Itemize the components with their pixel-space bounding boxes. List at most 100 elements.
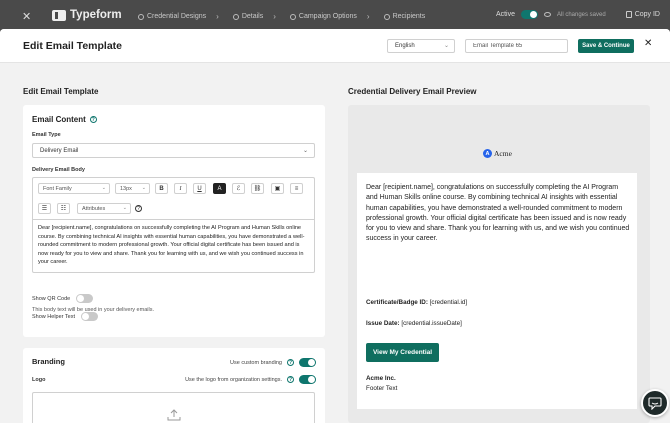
chevron-down-icon: ⌄ — [101, 185, 106, 191]
font-family-value: Font Family — [43, 186, 72, 192]
show-qr-row: Show QR Code — [32, 294, 94, 303]
email-content-title: Email Content ? — [32, 115, 97, 124]
org-logo-label: Use the logo from organization settings. — [185, 376, 282, 383]
chevron-right-icon: › — [216, 12, 219, 21]
step-label: Details — [241, 13, 264, 20]
step-circle-icon — [383, 13, 390, 20]
custom-branding-row: Use custom branding ? — [230, 358, 316, 367]
bold-icon[interactable]: B — [155, 183, 168, 194]
help-icon[interactable]: ? — [89, 116, 97, 123]
preview-body-text: Dear [recipient.name], congratulations o… — [366, 184, 630, 243]
template-name-input[interactable] — [465, 39, 568, 53]
chevron-right-icon: › — [366, 12, 370, 21]
preview-cert-id: Certificate/Badge ID: [credential.id] — [366, 299, 467, 306]
email-preview-card: Dear [recipient.name], congratulations o… — [357, 173, 637, 409]
link-icon[interactable]: ⛓ — [251, 183, 264, 194]
chevron-down-icon: ⌄ — [443, 43, 449, 49]
editor-toolbar: Font Family ⌄ 13px ⌄ B I U A ℰ ⛓ ▣ ≡ ☰ ☷… — [32, 177, 315, 219]
email-preview-panel: A Acme Dear [recipient.name], congratula… — [348, 105, 650, 423]
italic-icon[interactable]: I — [174, 183, 187, 194]
font-size-select[interactable]: 13px ⌄ — [115, 183, 150, 194]
underline-icon[interactable]: U — [193, 183, 206, 194]
app-logo-text: Typeform — [70, 9, 122, 21]
active-toggle[interactable] — [521, 10, 538, 19]
email-body-editor[interactable]: Dear [recipient.name], congratulations o… — [32, 219, 315, 273]
acme-logo-icon: A — [483, 149, 492, 158]
branding-title: Branding — [32, 357, 65, 366]
preview-section-title: Credential Delivery Email Preview — [348, 87, 477, 96]
help-icon[interactable]: ? — [287, 376, 294, 383]
help-icon[interactable]: ? — [287, 359, 294, 366]
eye-icon[interactable] — [544, 12, 551, 17]
language-select[interactable]: English ⌄ — [387, 39, 455, 53]
app-header: ✕ Typeform Credential Designs › Details … — [0, 0, 670, 32]
branding-card: Branding Use custom branding ? Logo Use … — [23, 348, 325, 423]
preview-company-name: Acme Inc. — [366, 375, 396, 382]
upload-icon — [167, 409, 181, 421]
custom-branding-toggle[interactable] — [299, 358, 316, 367]
modal-header: Edit Email Template English ⌄ Save & Con… — [0, 29, 670, 63]
show-qr-toggle[interactable] — [76, 294, 94, 303]
chat-icon — [648, 396, 662, 410]
step-circle-icon — [232, 13, 239, 20]
step-details[interactable]: Details — [232, 13, 264, 20]
chevron-down-icon: ⌄ — [302, 148, 308, 154]
preview-brand-logo: A Acme — [483, 149, 512, 158]
header-actions: Active All changes saved Copy ID — [496, 10, 660, 19]
image-icon[interactable]: ▣ — [271, 183, 284, 194]
step-credential-designs[interactable]: Credential Designs — [138, 13, 206, 20]
saved-status: All changes saved — [557, 11, 606, 18]
custom-branding-label: Use custom branding — [230, 359, 282, 366]
align-center-icon[interactable]: ≡ — [290, 183, 303, 194]
view-credential-button[interactable]: View My Credential — [366, 343, 439, 362]
copy-id-button[interactable]: Copy ID — [625, 11, 660, 18]
save-continue-button[interactable]: Save & Continue — [578, 39, 634, 53]
close-icon[interactable]: ✕ — [644, 38, 652, 49]
clear-format-icon[interactable]: ℰ — [232, 183, 245, 194]
step-label: Recipients — [392, 13, 426, 20]
cert-id-value: [credential.id] — [429, 299, 468, 306]
bullet-list-icon[interactable]: ☷ — [57, 203, 70, 214]
cert-id-label: Certificate/Badge ID: — [366, 299, 428, 306]
edit-email-modal: Edit Email Template English ⌄ Save & Con… — [0, 29, 670, 423]
help-icon[interactable]: ? — [135, 205, 142, 212]
text-color-icon[interactable]: A — [213, 183, 226, 194]
attributes-value: Attributes — [82, 206, 106, 212]
step-circle-icon — [289, 13, 296, 20]
body-label: Delivery Email Body — [32, 167, 85, 173]
show-helper-label: Show Helper Text — [32, 313, 76, 320]
step-recipients[interactable]: Recipients — [383, 13, 426, 20]
email-type-value: Delivery Email — [40, 148, 79, 154]
ordered-list-icon[interactable]: ☰ — [38, 203, 51, 214]
typeform-logo-icon — [52, 9, 66, 21]
show-helper-toggle[interactable] — [81, 312, 99, 321]
active-label: Active — [495, 11, 515, 18]
copy-id-label: Copy ID — [634, 11, 660, 18]
copy-icon — [625, 11, 632, 18]
issue-date-value: [credential.issueDate] — [401, 320, 462, 327]
org-logo-row: Use the logo from organization settings.… — [185, 375, 316, 384]
preview-issue-date: Issue Date: [credential.issueDate] — [366, 320, 462, 327]
step-label: Campaign Options — [298, 13, 357, 20]
logo-upload-dropzone[interactable] — [32, 392, 315, 423]
attributes-select[interactable]: Attributes ⌄ — [77, 203, 131, 214]
chevron-right-icon: › — [273, 12, 276, 21]
show-qr-label: Show QR Code — [32, 295, 71, 302]
font-family-select[interactable]: Font Family ⌄ — [38, 183, 110, 194]
email-type-select[interactable]: Delivery Email ⌄ — [32, 143, 315, 158]
email-content-title-text: Email Content — [32, 115, 86, 124]
preview-brand-name: Acme — [494, 149, 512, 158]
close-icon[interactable]: ✕ — [22, 10, 31, 23]
issue-date-label: Issue Date: — [366, 320, 400, 327]
font-size-value: 13px — [120, 186, 132, 192]
preview-footer-text: Footer Text — [366, 385, 398, 392]
step-campaign-options[interactable]: Campaign Options — [289, 13, 357, 20]
email-type-label: Email Type — [32, 132, 61, 138]
left-section-title: Edit Email Template — [23, 87, 99, 96]
show-helper-row: Show Helper Text — [32, 312, 99, 321]
chevron-down-icon: ⌄ — [122, 205, 127, 211]
modal-title: Edit Email Template — [23, 40, 122, 52]
logo-label: Logo — [32, 377, 46, 383]
org-logo-toggle[interactable] — [299, 375, 316, 384]
chat-button[interactable] — [641, 389, 669, 417]
